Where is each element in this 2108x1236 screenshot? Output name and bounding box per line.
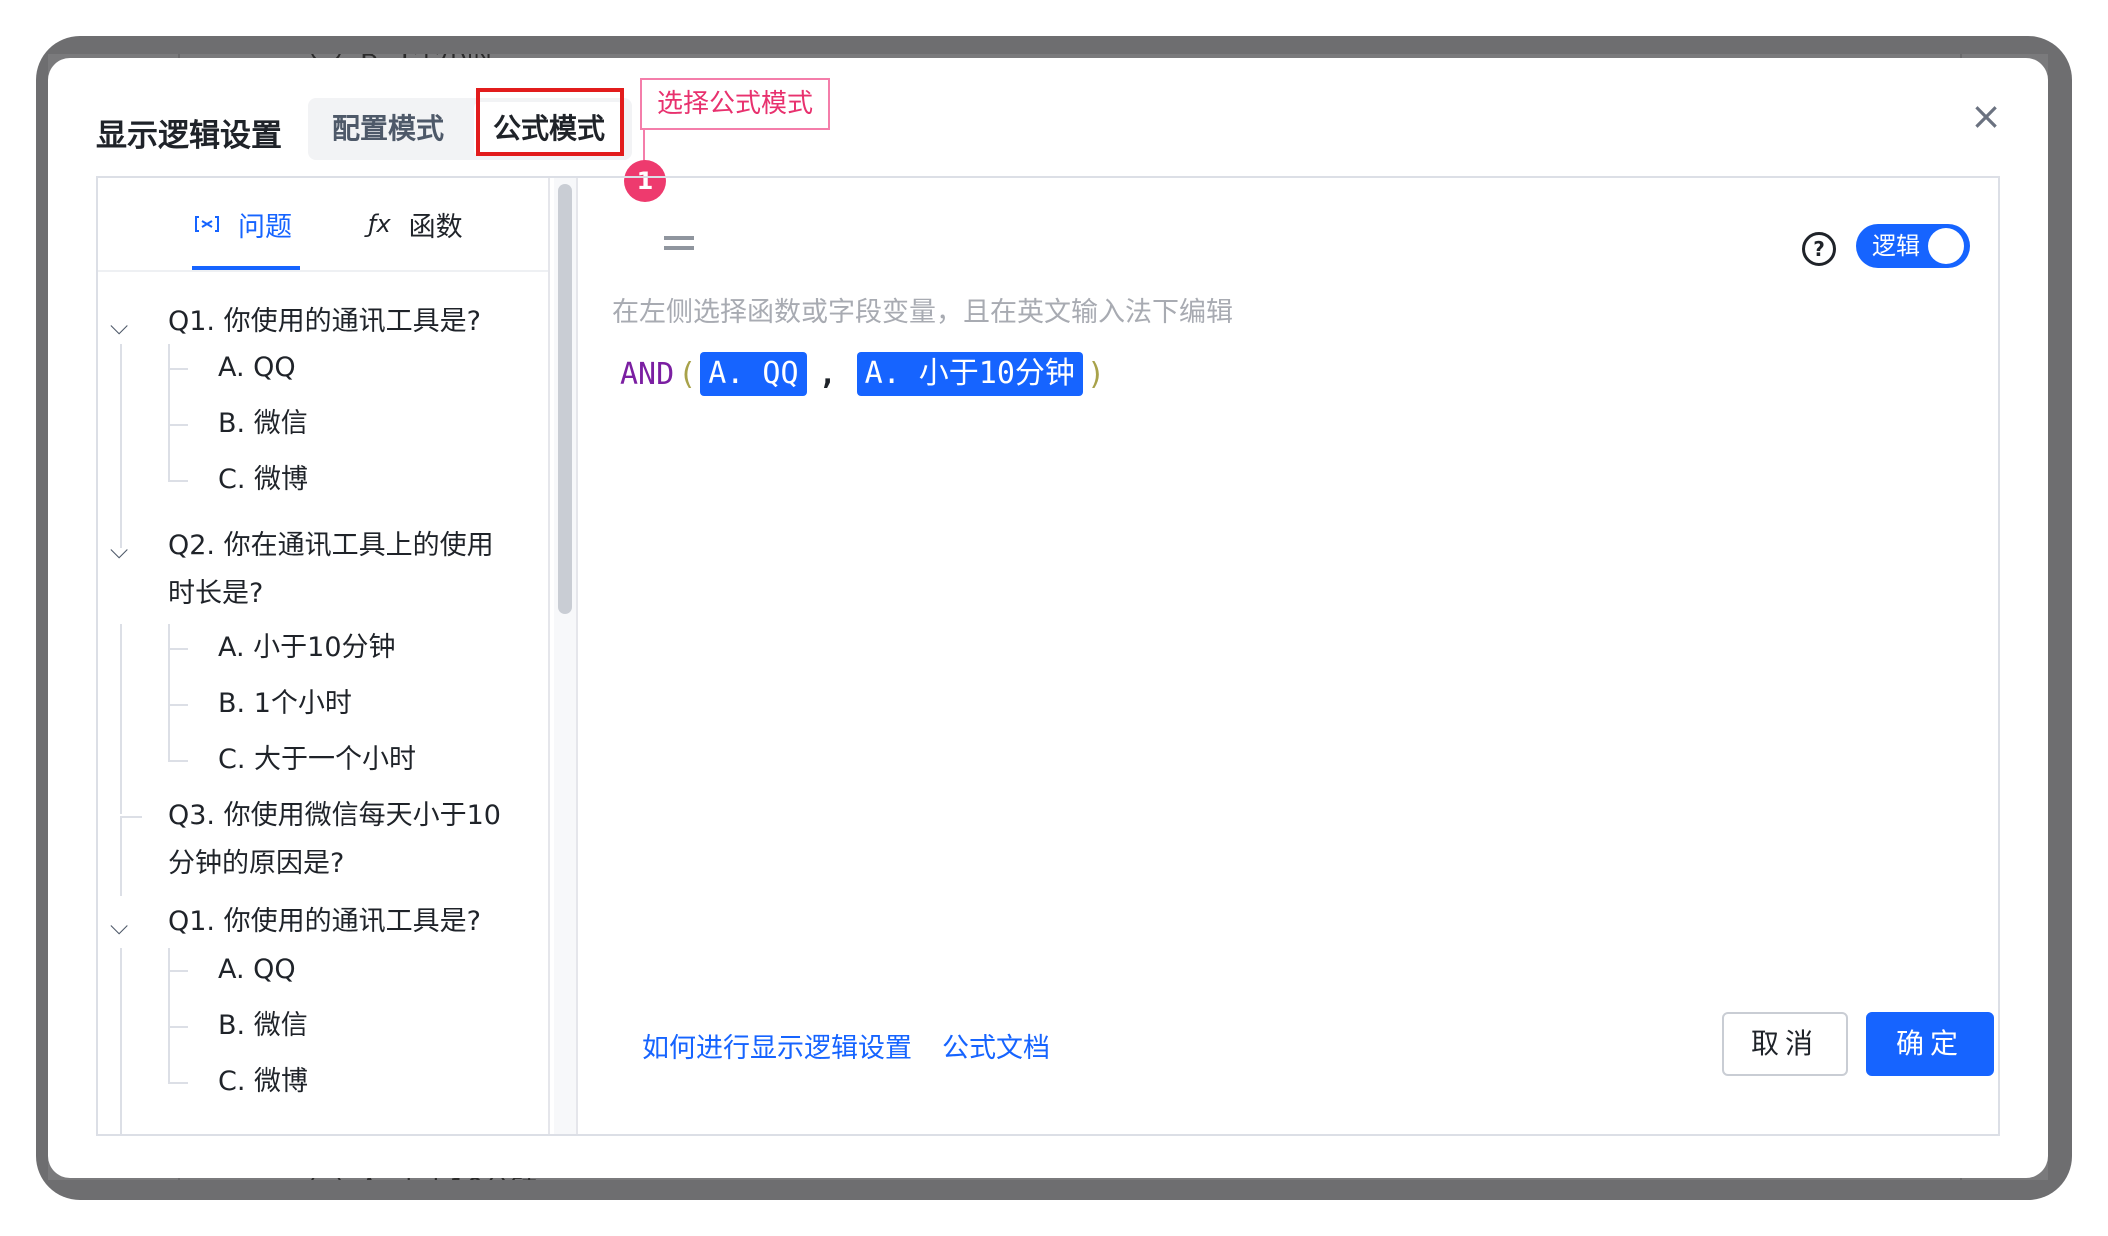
tree-line — [168, 1026, 188, 1028]
tree-option[interactable]: C. 微博 — [218, 1058, 308, 1106]
logic-settings-dialog: 显示逻辑设置 配置模式 公式模式 选择公式模式 1 × 问题 ƒx 函数 ⌵ Q… — [48, 58, 2048, 1178]
tree-question[interactable]: Q3. 你使用微信每天小于10 — [168, 792, 501, 840]
variable-icon — [195, 216, 219, 232]
scrollbar-thumb[interactable] — [558, 184, 572, 614]
tree-option[interactable]: C. 微博 — [218, 456, 308, 504]
tree-line — [120, 948, 122, 1134]
close-icon[interactable]: × — [1966, 96, 2006, 136]
dialog-title: 显示逻辑设置 — [96, 118, 282, 154]
toggle-knob — [1928, 228, 1964, 264]
chevron-down-icon[interactable]: ⌵ — [110, 536, 128, 564]
chevron-down-icon[interactable]: ⌵ — [110, 312, 128, 340]
drag-handle-icon[interactable] — [664, 232, 694, 256]
tree-line — [168, 948, 170, 1084]
logic-toggle[interactable]: 逻辑 — [1856, 224, 1970, 268]
help-icon[interactable]: ? — [1802, 232, 1836, 266]
tree-line — [120, 816, 142, 818]
formula-editor[interactable]: AND ( A. QQ , A. 小于10分钟 ) — [620, 350, 1109, 398]
tree-option[interactable]: A. QQ — [218, 946, 296, 994]
toggle-label: 逻辑 — [1872, 232, 1920, 260]
confirm-button[interactable]: 确定 — [1866, 1012, 1994, 1076]
editor-hint: 在左侧选择函数或字段变量，且在英文输入法下编辑 — [612, 297, 1233, 328]
highlight-box — [476, 88, 624, 156]
tree-option[interactable]: C. 大于一个小时 — [218, 736, 416, 784]
formula-variable-chip[interactable]: A. 小于10分钟 — [856, 352, 1083, 396]
formula-variable-chip[interactable]: A. QQ — [700, 352, 807, 396]
tree-line — [120, 624, 122, 814]
tree-line — [168, 704, 188, 706]
tab-questions-label: 问题 — [238, 211, 292, 243]
tree-question[interactable]: Q2. 你在通讯工具上的使用 — [168, 522, 494, 570]
tree-line — [168, 970, 188, 972]
left-panel: 问题 ƒx 函数 ⌵ Q1. 你使用的通讯工具是? A. QQ B. 微信 C.… — [98, 178, 550, 1134]
formula-function: AND — [620, 356, 675, 392]
tree-question[interactable]: Q1. 你使用的通讯工具是? — [168, 898, 481, 946]
tree-question[interactable]: Q1. 你使用的通讯工具是? — [168, 298, 481, 346]
tab-functions[interactable]: ƒx 函数 — [368, 204, 463, 244]
tree-line — [168, 760, 188, 762]
panel-divider — [576, 178, 578, 1134]
tree-option[interactable]: B. 微信 — [218, 1002, 308, 1050]
tree-line — [168, 1082, 188, 1084]
tree-line — [168, 424, 188, 426]
tree-line — [168, 648, 188, 650]
content-area: 问题 ƒx 函数 ⌵ Q1. 你使用的通讯工具是? A. QQ B. 微信 C.… — [96, 176, 2000, 1136]
tree-line — [168, 624, 170, 760]
formula-paren-close: ) — [1086, 356, 1105, 392]
chevron-down-icon[interactable]: ⌵ — [110, 912, 128, 940]
tabs-divider — [98, 270, 548, 272]
tree-option[interactable]: A. 小于10分钟 — [218, 624, 396, 672]
tab-config-mode[interactable]: 配置模式 — [308, 98, 468, 160]
annotation-callout: 选择公式模式 — [640, 78, 830, 130]
tree-option[interactable]: B. 1个小时 — [218, 680, 352, 728]
tree-question-cont[interactable]: 分钟的原因是? — [168, 840, 344, 888]
tree-option[interactable]: B. 微信 — [218, 400, 308, 448]
tree-line — [168, 344, 170, 480]
tree-line — [120, 816, 122, 896]
tree-line — [168, 368, 188, 370]
formula-comma: , — [818, 356, 837, 392]
tree-line — [120, 344, 122, 548]
tree-line — [168, 480, 188, 482]
tree-option[interactable]: A. QQ — [218, 344, 296, 392]
help-link-logic[interactable]: 如何进行显示逻辑设置 — [642, 1026, 912, 1065]
tab-functions-label: 函数 — [408, 211, 463, 243]
tab-questions[interactable]: 问题 — [194, 204, 292, 244]
formula-docs-link[interactable]: 公式文档 — [942, 1026, 1050, 1065]
formula-paren-open: ( — [678, 356, 697, 392]
tree-question-cont[interactable]: 时长是? — [168, 570, 263, 618]
cancel-button[interactable]: 取消 — [1722, 1012, 1848, 1076]
function-icon: ƒx — [368, 210, 391, 238]
